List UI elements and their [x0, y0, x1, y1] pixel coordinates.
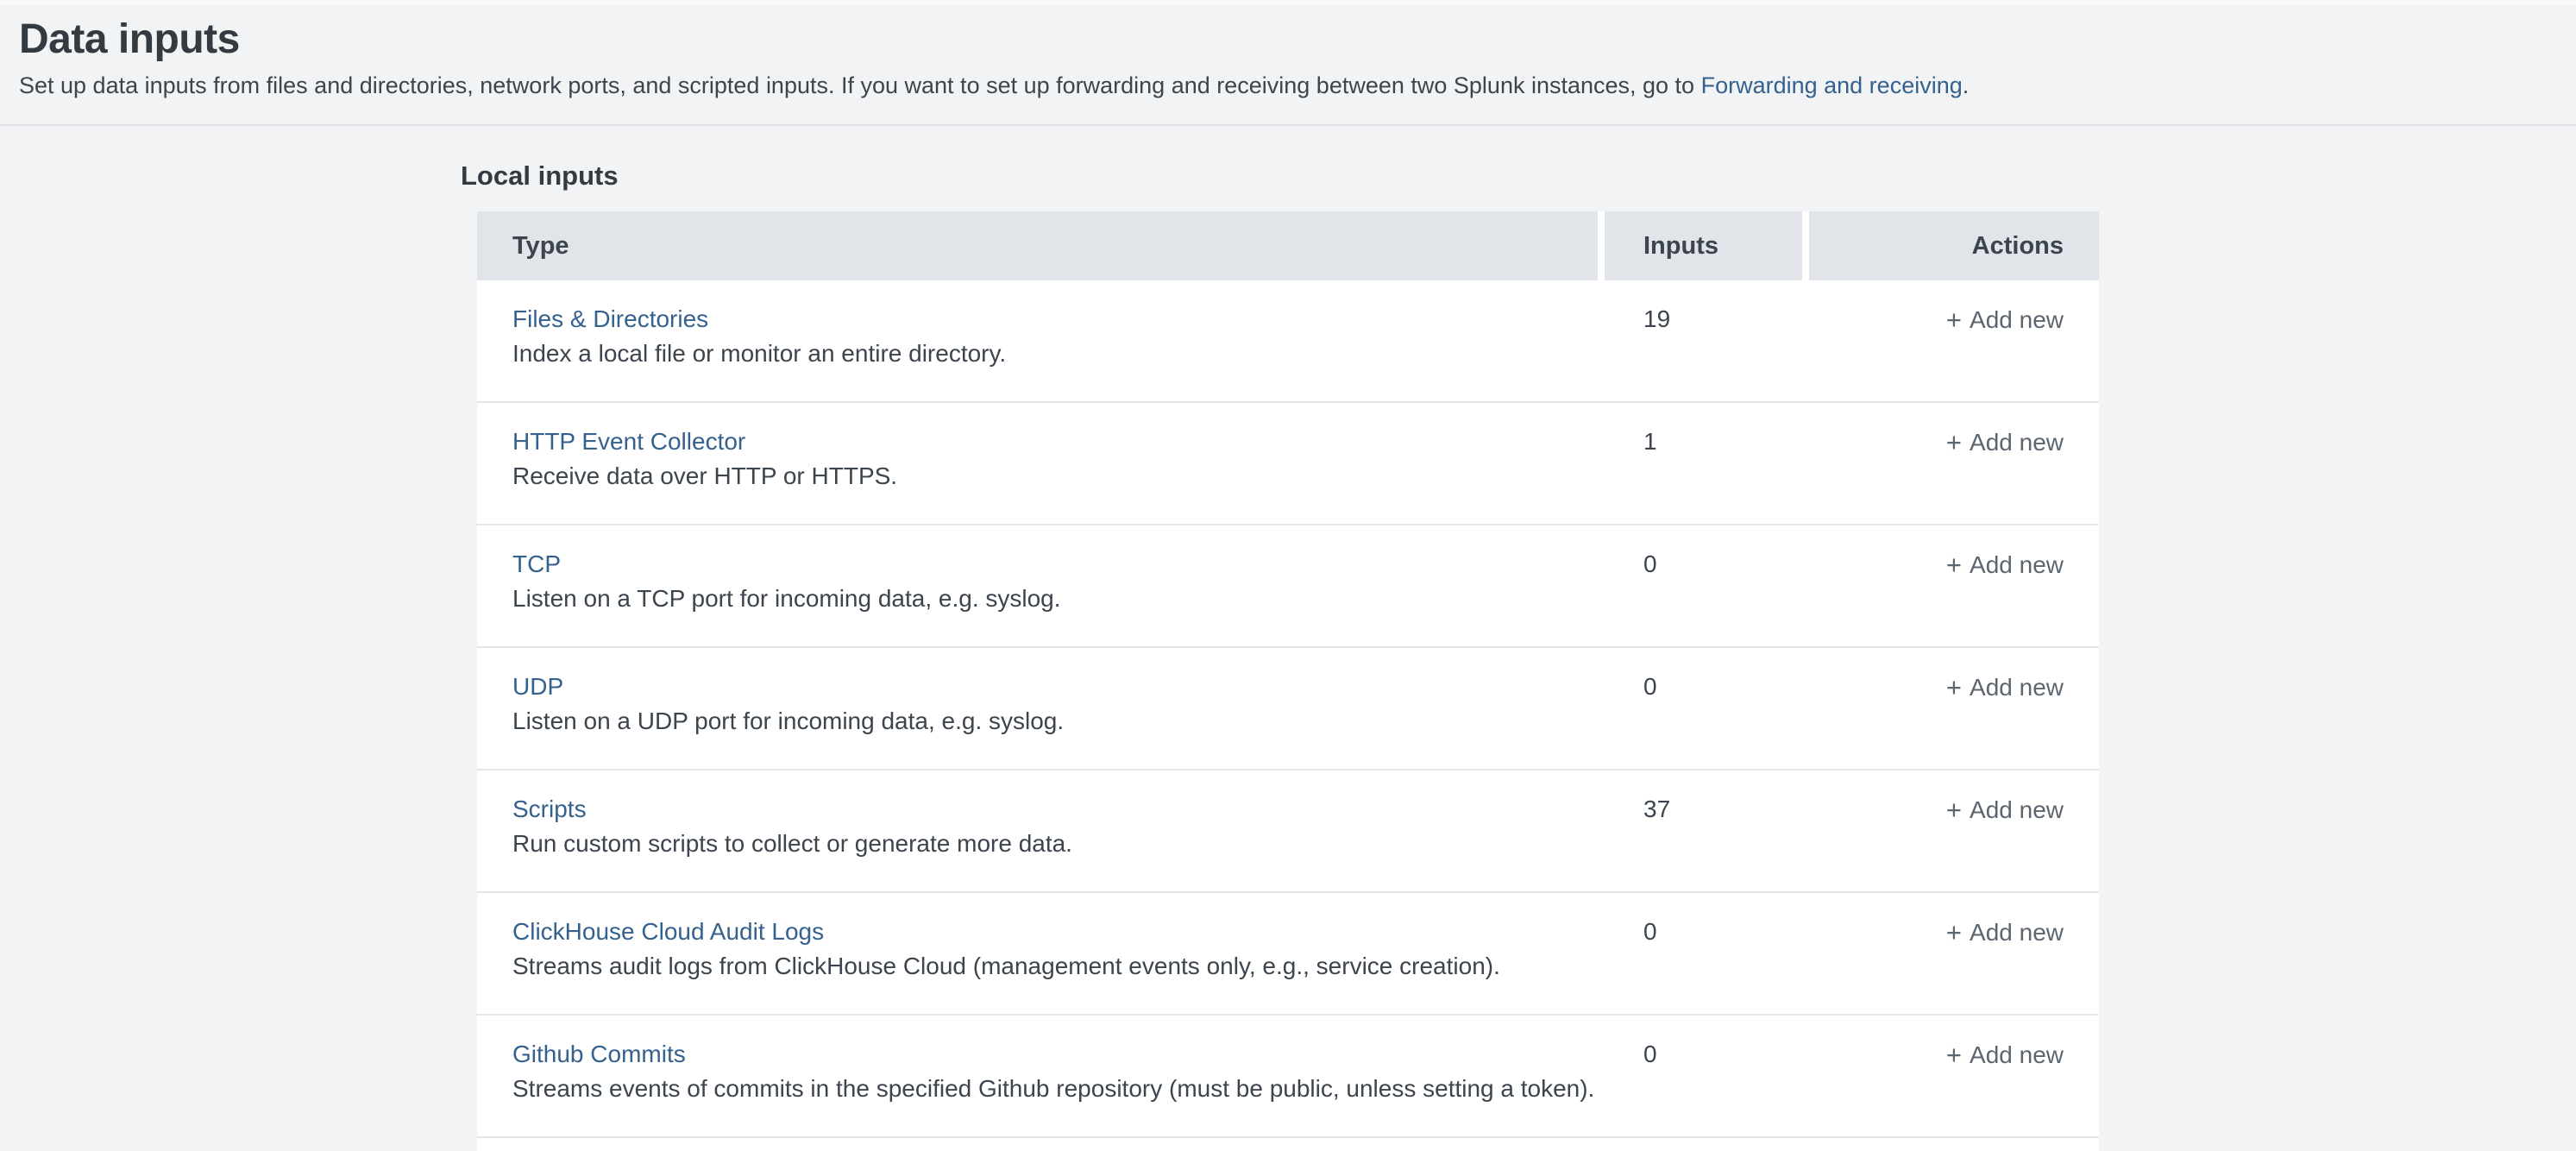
plus-icon: +	[1946, 795, 1962, 825]
actions-cell: + Add new	[1809, 893, 2099, 1014]
subtitle-period: .	[1963, 72, 1970, 98]
inputs-cell: 0	[1605, 648, 1809, 769]
add-new-label: Add new	[1970, 551, 2064, 578]
add-new-label: Add new	[1970, 306, 2064, 333]
table-row: HTTP Event Collector Receive data over H…	[477, 403, 2099, 525]
table-body: Files & Directories Index a local file o…	[477, 280, 2099, 1138]
page-subtitle: Set up data inputs from files and direct…	[19, 71, 2541, 100]
inputs-cell: 37	[1605, 770, 1809, 891]
plus-icon: +	[1946, 1040, 1962, 1070]
input-type-description: Streams audit logs from ClickHouse Cloud…	[512, 950, 1605, 983]
plus-icon: +	[1946, 550, 1962, 580]
input-type-description: Run custom scripts to collect or generat…	[512, 827, 1605, 860]
inputs-count: 0	[1643, 673, 1657, 700]
subtitle-text: Set up data inputs from files and direct…	[19, 72, 1701, 98]
page-header: Data inputs Set up data inputs from file…	[0, 0, 2576, 126]
inputs-count: 0	[1643, 918, 1657, 945]
input-type-description: Receive data over HTTP or HTTPS.	[512, 460, 1605, 493]
actions-cell: + Add new	[1809, 280, 2099, 401]
plus-icon: +	[1946, 427, 1962, 457]
inputs-count: 19	[1643, 305, 1670, 332]
input-type-link[interactable]: HTTP Event Collector	[512, 425, 745, 458]
actions-cell: + Add new	[1809, 770, 2099, 891]
inputs-count: 0	[1643, 1041, 1657, 1067]
actions-cell: + Add new	[1809, 1016, 2099, 1136]
plus-icon: +	[1946, 917, 1962, 947]
column-header-inputs: Inputs	[1605, 211, 1802, 280]
type-cell: Github Commits Streams events of commits…	[477, 1016, 1605, 1136]
add-new-label: Add new	[1970, 919, 2064, 946]
type-cell: UDP Listen on a UDP port for incoming da…	[477, 648, 1605, 769]
type-cell: HTTP Event Collector Receive data over H…	[477, 403, 1605, 524]
input-type-description: Listen on a UDP port for incoming data, …	[512, 705, 1605, 738]
plus-icon: +	[1946, 672, 1962, 702]
type-cell: TCP Listen on a TCP port for incoming da…	[477, 525, 1605, 646]
add-new-button[interactable]: + Add new	[1946, 306, 2064, 333]
table-row: ClickHouse Cloud Audit Logs Streams audi…	[477, 893, 2099, 1016]
input-type-link[interactable]: Scripts	[512, 793, 587, 826]
inputs-cell: 0	[1605, 893, 1809, 1014]
actions-cell: + Add new	[1809, 525, 2099, 646]
inputs-count: 0	[1643, 550, 1657, 577]
table-row: UDP Listen on a UDP port for incoming da…	[477, 648, 2099, 770]
type-cell: Files & Directories Index a local file o…	[477, 280, 1605, 401]
add-new-label: Add new	[1970, 429, 2064, 456]
add-new-button[interactable]: + Add new	[1946, 1041, 2064, 1068]
add-new-button[interactable]: + Add new	[1946, 551, 2064, 578]
actions-cell: + Add new	[1809, 403, 2099, 524]
add-new-label: Add new	[1970, 796, 2064, 823]
local-inputs-table: Type Inputs Actions Files & Directories …	[477, 211, 2099, 1151]
table-row: Files & Directories Index a local file o…	[477, 280, 2099, 403]
inputs-count: 37	[1643, 796, 1670, 822]
next-row-partial	[477, 1138, 2099, 1151]
column-header-actions: Actions	[1809, 211, 2099, 280]
inputs-cell: 0	[1605, 525, 1809, 646]
add-new-button[interactable]: + Add new	[1946, 429, 2064, 456]
add-new-button[interactable]: + Add new	[1946, 674, 2064, 701]
actions-cell: + Add new	[1809, 648, 2099, 769]
table-row: TCP Listen on a TCP port for incoming da…	[477, 525, 2099, 648]
input-type-description: Listen on a TCP port for incoming data, …	[512, 582, 1605, 615]
data-inputs-page: Data inputs Set up data inputs from file…	[0, 0, 2576, 1151]
input-type-link[interactable]: ClickHouse Cloud Audit Logs	[512, 915, 824, 948]
add-new-label: Add new	[1970, 1041, 2064, 1068]
forwarding-and-receiving-link[interactable]: Forwarding and receiving	[1701, 72, 1963, 98]
content-area: Local inputs Type Inputs Actions Files &…	[0, 126, 2576, 1151]
table-row: Github Commits Streams events of commits…	[477, 1016, 2099, 1138]
input-type-link[interactable]: Github Commits	[512, 1038, 686, 1071]
table-row: Scripts Run custom scripts to collect or…	[477, 770, 2099, 893]
plus-icon: +	[1946, 305, 1962, 335]
input-type-description: Index a local file or monitor an entire …	[512, 337, 1605, 370]
page-title: Data inputs	[19, 16, 2541, 64]
inputs-cell: 19	[1605, 280, 1809, 401]
add-new-button[interactable]: + Add new	[1946, 919, 2064, 946]
section-heading-local-inputs: Local inputs	[461, 159, 2576, 193]
type-cell: ClickHouse Cloud Audit Logs Streams audi…	[477, 893, 1605, 1014]
input-type-description: Streams events of commits in the specifi…	[512, 1072, 1605, 1105]
table-header-row: Type Inputs Actions	[477, 211, 2099, 280]
type-cell: Scripts Run custom scripts to collect or…	[477, 770, 1605, 891]
input-type-link[interactable]: TCP	[512, 548, 561, 581]
add-new-button[interactable]: + Add new	[1946, 796, 2064, 823]
add-new-label: Add new	[1970, 674, 2064, 701]
input-type-link[interactable]: UDP	[512, 670, 563, 703]
inputs-cell: 0	[1605, 1016, 1809, 1136]
column-header-type: Type	[477, 211, 1598, 280]
inputs-count: 1	[1643, 428, 1657, 455]
input-type-link[interactable]: Files & Directories	[512, 303, 708, 336]
inputs-cell: 1	[1605, 403, 1809, 524]
